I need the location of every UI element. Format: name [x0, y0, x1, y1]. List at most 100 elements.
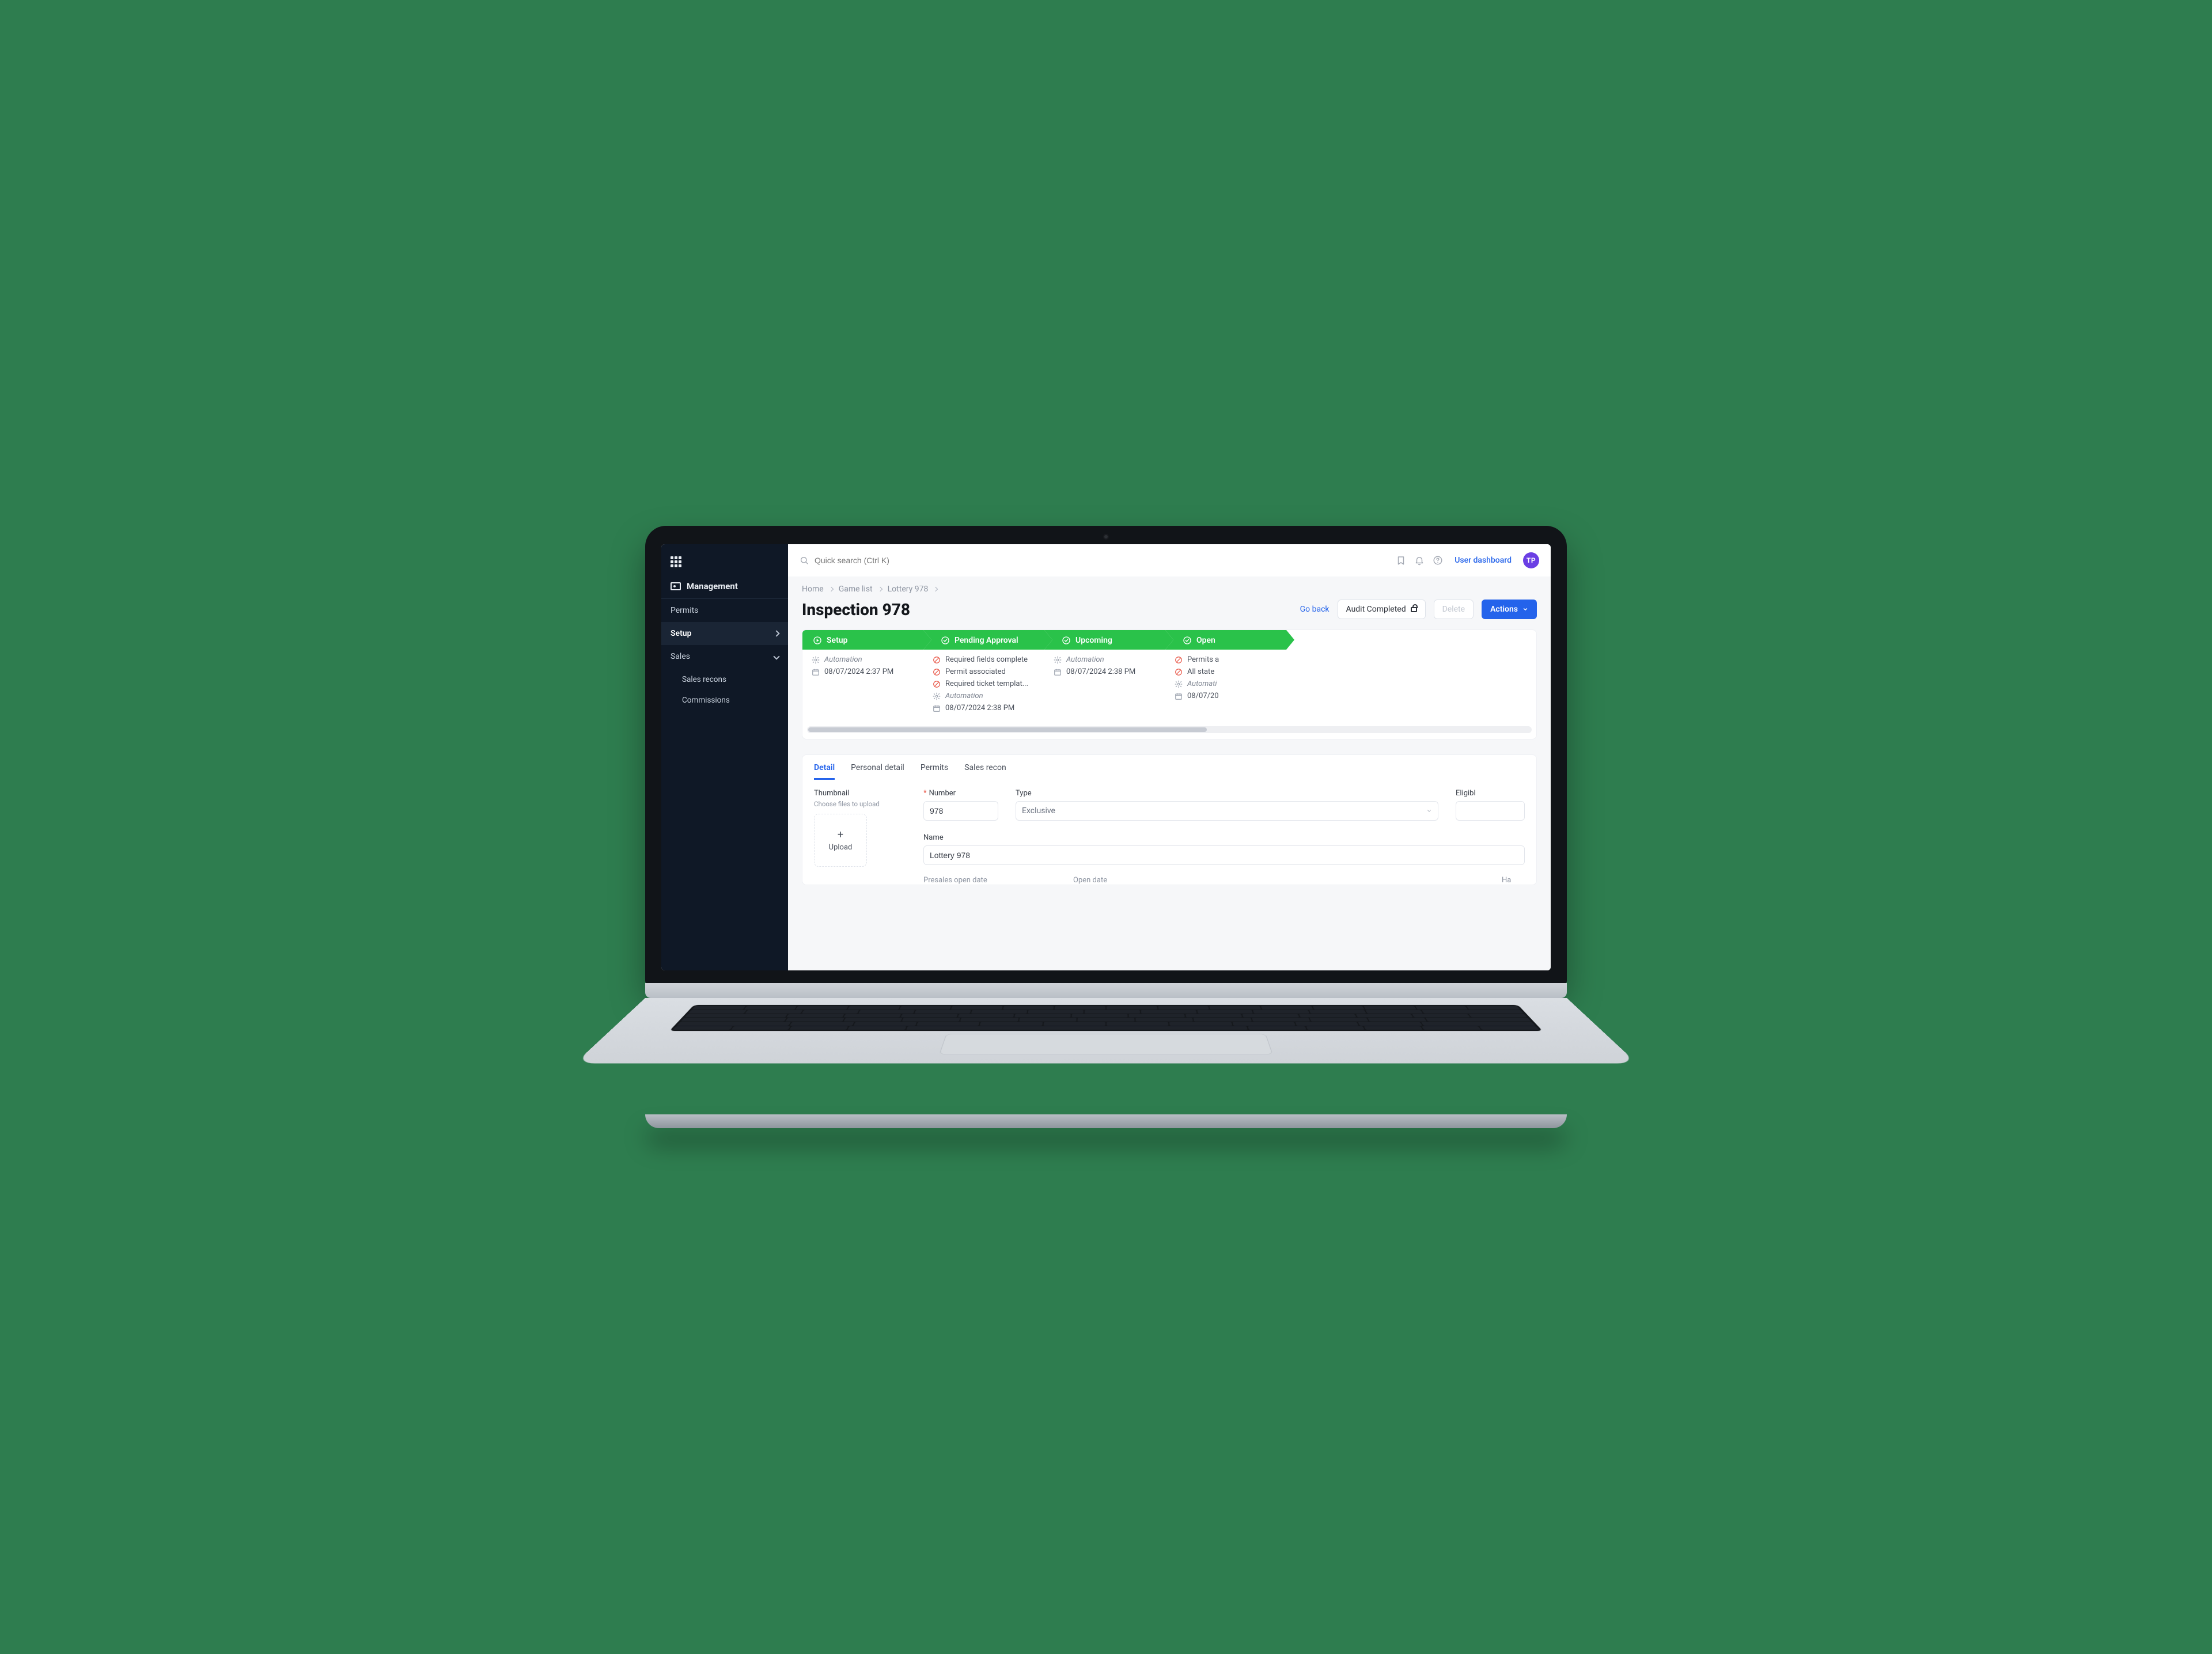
- tab-detail[interactable]: Detail: [814, 763, 835, 780]
- name-input[interactable]: [923, 845, 1525, 865]
- upload-box[interactable]: + Upload: [814, 814, 867, 867]
- type-select[interactable]: Exclusive: [1016, 801, 1438, 821]
- detail-tabs: Detail Personal detail Permits Sales rec…: [802, 755, 1536, 780]
- number-input[interactable]: [923, 801, 998, 821]
- detail-card: Detail Personal detail Permits Sales rec…: [802, 754, 1537, 885]
- content-area: User dashboard TP Home Game list Lottery…: [788, 544, 1551, 970]
- stage-line-text: Automation: [945, 692, 983, 700]
- field-number: *Number: [923, 789, 998, 823]
- plus-icon: +: [838, 829, 843, 841]
- block-icon: [933, 656, 941, 664]
- stage-pending-approval[interactable]: Pending Approval: [923, 630, 1044, 650]
- sidebar: Management Permits Setup Sales: [661, 544, 788, 970]
- actions-button-label: Actions: [1490, 605, 1518, 614]
- tab-sales-recon[interactable]: Sales recon: [964, 763, 1006, 780]
- calendar-icon: [1175, 692, 1183, 700]
- thumbnail-label: Thumbnail: [814, 789, 900, 798]
- bell-icon[interactable]: [1414, 555, 1425, 566]
- id-card-icon: [671, 582, 681, 590]
- apps-grid-icon[interactable]: [671, 556, 681, 567]
- breadcrumb-home[interactable]: Home: [802, 585, 824, 594]
- eligible-input[interactable]: [1456, 801, 1525, 821]
- stage-setup[interactable]: Setup: [802, 630, 923, 650]
- stage-line-text: 08/07/2024 2:38 PM: [945, 704, 1014, 712]
- gear-icon: [812, 656, 820, 664]
- eligible-label: Eligibl: [1456, 789, 1476, 798]
- workflow-stage-bodies: Automation 08/07/2024 2:37 PM Required f…: [802, 650, 1536, 723]
- form-area: Thumbnail Choose files to upload + Uploa…: [802, 780, 1536, 867]
- stage-upcoming[interactable]: Upcoming: [1044, 630, 1165, 650]
- tab-permits[interactable]: Permits: [921, 763, 948, 780]
- chevron-down-icon: [1522, 606, 1528, 612]
- check-circle-icon: [1062, 636, 1071, 645]
- sidebar-item-setup[interactable]: Setup: [661, 622, 788, 645]
- stage-body-open: Permits a All state Automati 08/07/20: [1165, 650, 1286, 723]
- sidebar-section-label: Management: [687, 581, 738, 591]
- stage-open[interactable]: Open: [1165, 630, 1286, 650]
- block-icon: [1175, 656, 1183, 664]
- go-back-link[interactable]: Go back: [1300, 605, 1330, 614]
- screen-bezel: Management Permits Setup Sales: [645, 526, 1567, 984]
- stage-line-text: Automation: [1066, 655, 1104, 664]
- laptop-foot: [645, 1114, 1567, 1128]
- user-dashboard-link[interactable]: User dashboard: [1451, 556, 1515, 565]
- stage-label: Upcoming: [1075, 636, 1112, 645]
- help-icon[interactable]: [1433, 555, 1443, 566]
- laptop-hinge: [645, 983, 1567, 998]
- workflow-card: Setup Pending Approval: [802, 629, 1537, 739]
- search-wrap[interactable]: [800, 556, 941, 565]
- stage-label: Open: [1196, 636, 1215, 645]
- breadcrumb-lottery[interactable]: Lottery 978: [888, 585, 929, 594]
- breadcrumb: Home Game list Lottery 978: [802, 576, 1537, 597]
- laptop-mockup: Management Permits Setup Sales: [645, 526, 1567, 1128]
- sidebar-item-label: Sales: [671, 652, 690, 661]
- search-input[interactable]: [815, 556, 941, 565]
- chevron-right-icon: [933, 587, 938, 591]
- lower-field-labels: Presales open date Open date Ha: [802, 867, 1536, 885]
- stage-line-text: 08/07/2024 2:37 PM: [824, 667, 893, 676]
- scroll-thumb[interactable]: [808, 727, 1207, 732]
- tab-personal-detail[interactable]: Personal detail: [851, 763, 904, 780]
- number-label: Number: [929, 789, 956, 798]
- camera-dot: [1103, 534, 1109, 540]
- search-icon: [800, 556, 809, 565]
- stage-body-setup: Automation 08/07/2024 2:37 PM: [802, 650, 923, 723]
- sidebar-item-sales[interactable]: Sales: [661, 645, 788, 668]
- stage-line-text: 08/07/20: [1187, 692, 1219, 700]
- avatar[interactable]: TP: [1523, 552, 1539, 568]
- topbar: User dashboard TP: [788, 544, 1551, 576]
- main-scroll: Home Game list Lottery 978 Inspection 97…: [788, 576, 1551, 970]
- lock-icon: [1411, 607, 1417, 612]
- horizontal-scrollbar[interactable]: [807, 726, 1532, 733]
- sidebar-item-permits[interactable]: Permits: [661, 599, 788, 622]
- page-title: Inspection 978: [802, 600, 910, 619]
- stage-line-text: Required ticket templat...: [945, 680, 1028, 688]
- trackpad: [939, 1034, 1273, 1054]
- actions-button[interactable]: Actions: [1482, 600, 1537, 619]
- sidebar-subitem-commissions[interactable]: Commissions: [667, 690, 788, 711]
- stage-body-pending: Required fields complete Permit associat…: [923, 650, 1044, 723]
- calendar-icon: [1054, 668, 1062, 676]
- delete-button: Delete: [1434, 600, 1474, 619]
- app-viewport: Management Permits Setup Sales: [661, 544, 1551, 970]
- stage-label: Setup: [827, 636, 847, 645]
- chevron-down-icon: [1426, 808, 1432, 814]
- sidebar-subitem-sales-recons[interactable]: Sales recons: [667, 669, 788, 690]
- breadcrumb-game-list[interactable]: Game list: [839, 585, 873, 594]
- sidebar-item-label: Setup: [671, 629, 691, 638]
- block-icon: [1175, 668, 1183, 676]
- sidebar-section-title: Management: [661, 573, 788, 599]
- chevron-down-icon: [773, 653, 779, 659]
- check-circle-icon: [941, 636, 950, 645]
- sidebar-subitem-label: Sales recons: [682, 675, 726, 684]
- block-icon: [933, 680, 941, 688]
- stage-line-text: Automati: [1187, 680, 1217, 688]
- block-icon: [933, 668, 941, 676]
- bookmark-icon[interactable]: [1396, 555, 1406, 566]
- field-type: Type Exclusive: [1016, 789, 1438, 823]
- audit-completed-button[interactable]: Audit Completed: [1338, 600, 1426, 619]
- stage-line-text: Required fields complete: [945, 655, 1028, 664]
- calendar-icon: [933, 704, 941, 712]
- stage-line-text: Permit associated: [945, 667, 1006, 676]
- play-circle-icon: [813, 636, 822, 645]
